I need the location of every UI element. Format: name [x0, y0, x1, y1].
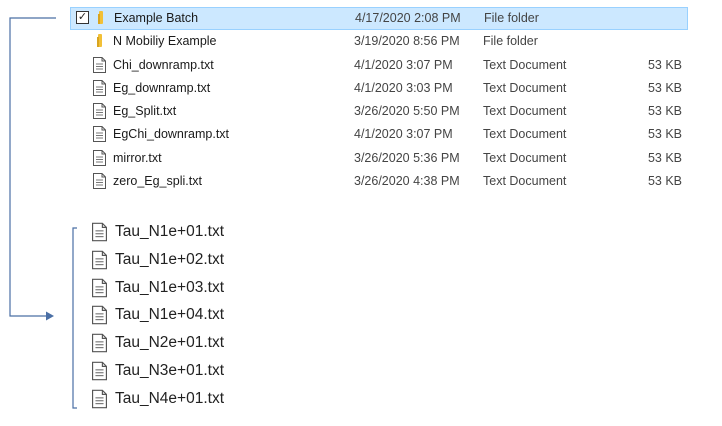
file-row[interactable]: mirror.txt 3/26/2020 5:36 PM Text Document…: [70, 147, 688, 170]
file-date-modified: 4/1/2020 3:07 PM: [354, 57, 453, 72]
file-type: Text Document: [483, 104, 567, 119]
file-size: 53 KB: [647, 127, 682, 142]
arrow-head: [46, 311, 54, 321]
file-list: ✓ Example Batch 4/17/2020 2:08 PM File fold…: [70, 7, 688, 193]
batch-file-name: Tau_N1e+04.txt: [115, 306, 225, 324]
file-type: Text Document: [483, 57, 567, 72]
file-type: Text Document: [483, 80, 567, 95]
batch-file-name: Tau_N1e+02.txt: [115, 250, 225, 268]
file-size: 53 KB: [647, 150, 682, 165]
file-date-modified: 4/17/2020 2:08 PM: [355, 11, 461, 25]
row-checkbox[interactable]: ✓: [76, 11, 89, 24]
file-size: 53 KB: [647, 57, 682, 72]
text-file-icon: [92, 333, 107, 353]
file-type: Text Document: [483, 174, 567, 189]
file-date-modified: 3/26/2020 5:36 PM: [354, 150, 460, 165]
file-type: File folder: [483, 34, 538, 49]
text-file-icon: [93, 56, 106, 73]
file-row[interactable]: Eg_downramp.txt 4/1/2020 3:03 PM Text Docu…: [70, 77, 688, 100]
file-type: Text Document: [483, 127, 567, 142]
file-name: mirror.txt: [113, 150, 162, 165]
file-row[interactable]: Chi_downramp.txt 4/1/2020 3:07 PM Text Doc…: [70, 54, 688, 77]
text-file-icon: [92, 389, 107, 409]
file-row[interactable]: EgChi_downramp.txt 4/1/2020 3:07 PM Text D…: [70, 123, 688, 146]
batch-bracket: [72, 227, 77, 409]
file-size: 53 KB: [647, 104, 682, 119]
text-file-icon: [92, 250, 107, 270]
text-file-icon: [93, 103, 106, 120]
file-name: N Mobiliy Example: [113, 34, 217, 49]
text-file-icon: [93, 79, 106, 96]
file-row[interactable]: zero_Eg_spli.txt 3/26/2020 4:38 PM Text Do…: [70, 170, 688, 193]
text-file-icon: [92, 222, 107, 242]
text-file-icon: [92, 278, 107, 298]
file-row[interactable]: Eg_Split.txt 3/26/2020 5:50 PM Text Docume…: [70, 100, 688, 123]
text-file-icon: [93, 149, 106, 166]
file-name: zero_Eg_spli.txt: [113, 174, 202, 189]
batch-file-name: Tau_N1e+03.txt: [115, 278, 225, 296]
batch-file-name: Tau_N1e+01.txt: [115, 223, 225, 240]
file-name: Example Batch: [114, 11, 199, 25]
text-file-icon: [93, 173, 106, 190]
file-row[interactable]: ✓ Example Batch 4/17/2020 2:08 PM File fold…: [70, 7, 688, 31]
batch-connector-line: [9, 17, 56, 317]
folder-icon: [94, 10, 107, 26]
file-name: Eg_downramp.txt: [113, 80, 211, 95]
file-date-modified: 4/1/2020 3:07 PM: [354, 127, 453, 142]
batch-file-name: Tau_N3e+01.txt: [115, 361, 225, 379]
file-type: Text Document: [483, 150, 567, 165]
file-name: EgChi_downramp.txt: [113, 127, 230, 142]
file-name: Eg_Split.txt: [113, 104, 177, 119]
text-file-icon: [92, 361, 107, 381]
file-date-modified: 3/26/2020 4:38 PM: [354, 174, 460, 189]
file-date-modified: 4/1/2020 3:03 PM: [354, 80, 453, 95]
batch-file-name: Tau_N4e+01.txt: [115, 389, 225, 407]
file-type: File folder: [484, 11, 539, 25]
file-date-modified: 3/19/2020 8:56 PM: [354, 34, 460, 49]
file-date-modified: 3/26/2020 5:50 PM: [354, 104, 460, 119]
folder-icon: [93, 33, 106, 49]
batch-file-name: Tau_N2e+01.txt: [115, 334, 225, 352]
file-row[interactable]: N Mobiliy Example 3/19/2020 8:56 PM File f…: [70, 30, 688, 53]
text-file-icon: [93, 126, 106, 143]
file-size: 53 KB: [647, 174, 682, 189]
file-size: 53 KB: [647, 80, 682, 95]
text-file-icon: [92, 305, 107, 325]
file-name: Chi_downramp.txt: [113, 57, 214, 72]
